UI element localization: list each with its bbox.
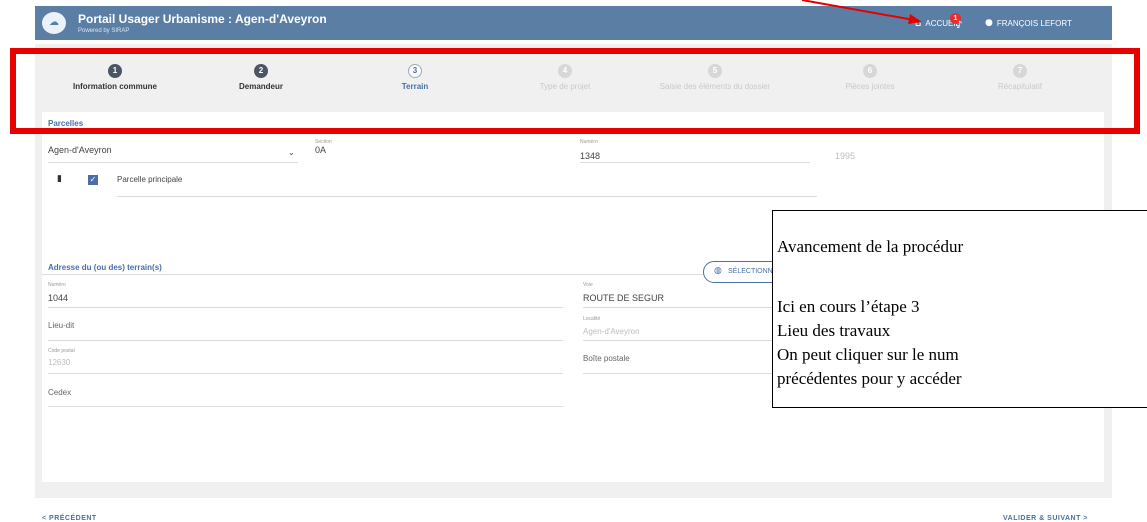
chevron-down-icon[interactable]: ⌄ [288, 148, 295, 157]
numero-label: Numéro [580, 139, 598, 145]
voie-label: Voie [583, 282, 593, 288]
field-underline [583, 307, 803, 308]
field-underline [48, 307, 563, 308]
field-underline [48, 340, 563, 341]
surface-field: 1995 [835, 151, 856, 161]
numero-field[interactable]: 1348 [580, 151, 600, 161]
note-line: Avancement de la procédur [777, 237, 964, 256]
principale-label: Parcelle principale [117, 175, 183, 184]
field-underline [48, 373, 563, 374]
arrow-icon [801, 0, 922, 24]
field-underline [583, 340, 803, 341]
bp-field[interactable]: Boîte postale [583, 354, 630, 363]
field-underline [583, 373, 803, 374]
field-underline [580, 162, 810, 163]
field-underline [48, 406, 563, 407]
app-subtitle: Powered by SIRAP [78, 28, 130, 34]
bell-icon[interactable]: ♪ [956, 20, 962, 31]
section-field[interactable]: 0A [315, 145, 326, 155]
principale-checkbox[interactable]: ✓ [88, 175, 98, 185]
highlight-frame [10, 48, 1140, 134]
annotation-note: Avancement de la procédur Ici en cours l… [772, 210, 1147, 408]
user-icon: ● [985, 18, 993, 28]
lieudit-field[interactable]: Lieu-dit [48, 321, 74, 330]
commune-field[interactable]: Agen-d'Aveyron [48, 145, 112, 155]
voie-field[interactable]: ROUTE DE SEGUR [583, 293, 664, 303]
note-line: Lieu des travaux [777, 321, 891, 340]
cp-label: Code postal [48, 348, 75, 354]
app-title: Portail Usager Urbanisme : Agen-d'Aveyro… [78, 12, 327, 26]
localite-label: Localité [583, 316, 601, 322]
trash-icon[interactable]: ▮ [57, 174, 62, 184]
divider [117, 196, 817, 197]
note-line: Ici en cours l’étape 3 [777, 297, 920, 316]
user-menu[interactable]: ● FRANÇOIS LEFORT [985, 18, 1072, 28]
cedex-field[interactable]: Cedex [48, 388, 71, 397]
adr-numero-label: Numéro [48, 282, 66, 288]
note-line: On peut cliquer sur le num [777, 345, 959, 364]
adresse-title: Adresse du (ou des) terrain(s) [48, 263, 162, 272]
note-line: précédentes pour y accéder [777, 369, 962, 388]
cloud-logo-icon: ☁ [42, 12, 66, 34]
user-name: FRANÇOIS LEFORT [996, 18, 1072, 28]
app-header: ☁ Portail Usager Urbanisme : Agen-d'Avey… [35, 6, 1112, 40]
adr-numero-field[interactable]: 1044 [48, 293, 68, 303]
field-underline [48, 162, 298, 163]
cp-field: 12630 [48, 358, 71, 367]
localite-field: Agen-d'Aveyron [583, 327, 640, 336]
globe-icon: ◍ [714, 266, 722, 276]
